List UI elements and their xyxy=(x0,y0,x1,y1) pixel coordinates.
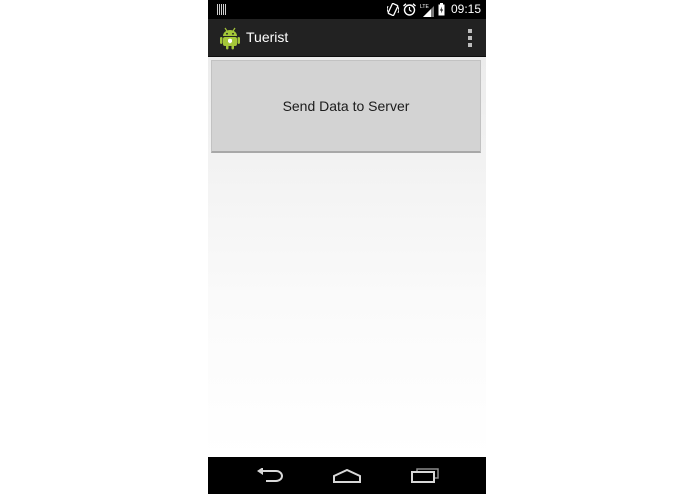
overflow-menu-icon[interactable] xyxy=(466,29,474,47)
signal-icon: LTE xyxy=(420,4,434,17)
phone-screen: LTE 09:15 Tuerist Send Data to Server xyxy=(208,0,486,494)
send-data-button[interactable]: Send Data to Server xyxy=(211,60,481,153)
recent-apps-icon xyxy=(411,468,439,483)
overflow-dot xyxy=(468,29,472,33)
recent-apps-button[interactable] xyxy=(395,457,455,494)
status-icons: LTE 09:15 xyxy=(386,2,481,17)
back-button[interactable] xyxy=(240,457,300,494)
main-content: Send Data to Server xyxy=(208,57,486,457)
battery-icon xyxy=(438,3,445,16)
vibrate-icon xyxy=(386,3,399,16)
overflow-dot xyxy=(468,43,472,47)
android-icon[interactable] xyxy=(220,26,240,50)
back-icon xyxy=(257,467,283,482)
home-button[interactable] xyxy=(317,457,377,494)
svg-text:LTE: LTE xyxy=(420,4,429,10)
app-title: Tuerist xyxy=(246,29,289,45)
status-time: 09:15 xyxy=(450,2,481,16)
overflow-dot xyxy=(468,36,472,40)
home-icon xyxy=(333,468,361,483)
action-bar: Tuerist xyxy=(208,19,486,57)
alarm-icon xyxy=(403,3,416,16)
navigation-bar xyxy=(208,457,486,494)
status-bar: LTE 09:15 xyxy=(208,0,486,19)
notification-icon xyxy=(217,4,226,15)
